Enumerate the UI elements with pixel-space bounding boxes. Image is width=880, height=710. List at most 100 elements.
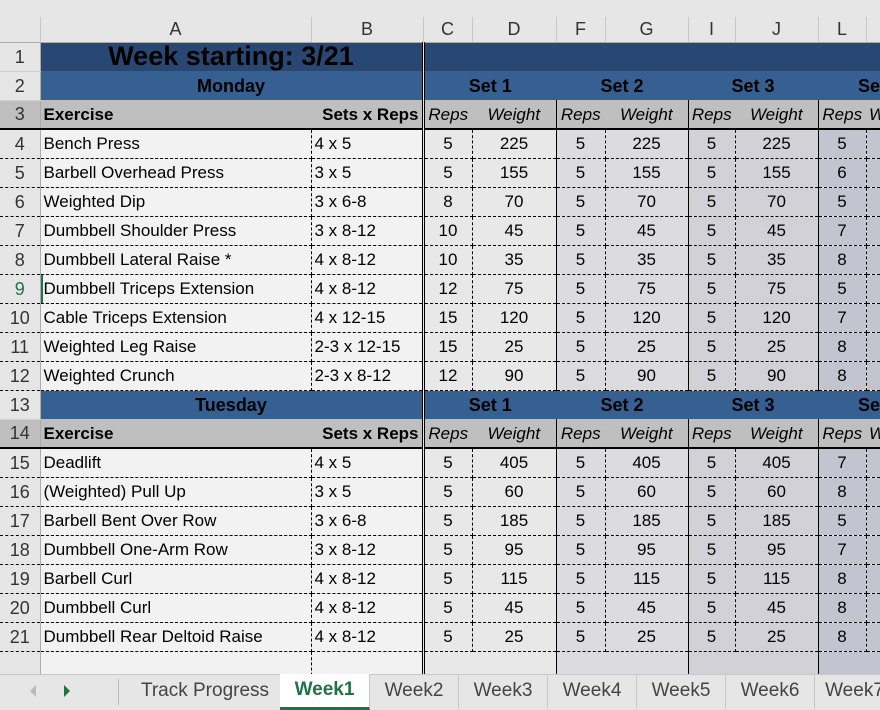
sets-reps-cell[interactable]: 4 x 8-12 [311,564,423,594]
row-header[interactable]: 12 [0,361,41,391]
reps-cell[interactable]: 5 [687,158,736,188]
sets-reps-cell[interactable]: 4 x 8-12 [311,274,423,304]
reps-cell[interactable]: 8 [421,187,473,217]
weight-cell[interactable]: 45 [735,593,818,623]
reps-cell[interactable]: 5 [421,506,473,536]
sets-reps-cell[interactable]: 3 x 6-8 [311,506,423,536]
weight-cell[interactable]: 155 [605,158,688,188]
weight-cell[interactable]: 75 [735,274,818,304]
exercise-cell[interactable]: Dumbbell One-Arm Row [40,535,312,565]
reps-cell[interactable]: 5 [421,158,473,188]
weight-cell[interactable]: 90 [605,361,688,391]
exercise-cell[interactable]: Cable Triceps Extension [40,303,312,333]
exercise-cell[interactable]: Dumbbell Triceps Extension [40,274,312,304]
weight-cell[interactable]: 25 [472,332,556,362]
weight-cell[interactable] [866,245,880,275]
sheet-tab-week7[interactable]: Week7 [815,675,880,709]
reps-cell[interactable]: 5 [555,361,606,391]
row-header[interactable]: 21 [0,622,41,652]
scroll-left-icon[interactable] [30,685,36,697]
column-header-F[interactable]: F [556,17,606,43]
weight-cell[interactable]: 45 [472,216,556,246]
reps-cell[interactable]: 5 [421,564,473,594]
weight-cell[interactable]: 25 [472,622,556,652]
weight-cell[interactable] [866,564,880,594]
row-header[interactable]: 17 [0,506,41,536]
weight-cell[interactable]: 185 [605,506,688,536]
reps-cell[interactable]: 5 [687,129,736,159]
exercise-cell[interactable]: Dumbbell Shoulder Press [40,216,312,246]
exercise-cell[interactable]: Barbell Overhead Press [40,158,312,188]
reps-cell[interactable]: 15 [421,303,473,333]
sheet-tab-track-progress[interactable]: Track Progress [130,675,280,709]
column-header-A[interactable]: A [40,17,312,43]
sets-reps-cell[interactable]: 3 x 8-12 [311,216,423,246]
reps-cell[interactable]: 5 [687,593,736,623]
weight-cell[interactable]: 70 [472,187,556,217]
weight-cell[interactable]: 185 [735,506,818,536]
weight-cell[interactable] [866,129,880,159]
reps-cell[interactable]: 5 [687,332,736,362]
weight-cell[interactable] [866,332,880,362]
row-header[interactable]: 10 [0,303,41,333]
reps-cell[interactable]: 5 [687,361,736,391]
weight-cell[interactable]: 115 [605,564,688,594]
column-header-J[interactable]: J [735,17,819,43]
exercise-cell[interactable]: Barbell Bent Over Row [40,506,312,536]
reps-cell[interactable]: 5 [555,622,606,652]
reps-cell[interactable]: 5 [817,129,867,159]
reps-cell[interactable]: 5 [555,187,606,217]
reps-cell[interactable]: 8 [817,593,867,623]
weight-cell[interactable]: 115 [735,564,818,594]
reps-cell[interactable]: 5 [687,622,736,652]
sets-reps-cell[interactable]: 2-3 x 12-15 [311,332,423,362]
row-header[interactable]: 18 [0,535,41,565]
reps-cell[interactable]: 7 [817,303,867,333]
weight-cell[interactable]: 95 [605,535,688,565]
sets-reps-cell[interactable]: 3 x 6-8 [311,187,423,217]
reps-cell[interactable]: 5 [421,448,473,478]
reps-cell[interactable]: 7 [817,448,867,478]
exercise-cell[interactable]: Dumbbell Curl [40,593,312,623]
exercise-cell[interactable]: Weighted Leg Raise [40,332,312,362]
reps-cell[interactable]: 5 [817,274,867,304]
reps-cell[interactable]: 5 [555,477,606,507]
weight-cell[interactable] [866,593,880,623]
exercise-cell[interactable]: Barbell Curl [40,564,312,594]
column-header-D[interactable]: D [472,17,557,43]
weight-cell[interactable] [866,187,880,217]
reps-cell[interactable]: 5 [817,506,867,536]
weight-cell[interactable]: 70 [605,187,688,217]
weight-cell[interactable]: 155 [735,158,818,188]
weight-cell[interactable]: 60 [605,477,688,507]
column-header-B[interactable]: B [311,17,424,43]
reps-cell[interactable]: 10 [421,245,473,275]
reps-cell[interactable]: 5 [687,448,736,478]
reps-cell[interactable]: 5 [687,274,736,304]
column-header-next[interactable] [866,17,880,43]
reps-cell[interactable]: 5 [555,564,606,594]
reps-cell[interactable]: 8 [817,332,867,362]
row-header[interactable]: 16 [0,477,41,507]
weight-cell[interactable]: 90 [472,361,556,391]
weight-cell[interactable]: 25 [605,622,688,652]
sets-reps-cell[interactable]: 4 x 8-12 [311,245,423,275]
exercise-cell[interactable]: Bench Press [40,129,312,159]
reps-cell[interactable]: 8 [817,564,867,594]
reps-cell[interactable]: 5 [687,564,736,594]
reps-cell[interactable]: 8 [817,622,867,652]
reps-cell[interactable]: 5 [555,129,606,159]
weight-cell[interactable]: 25 [735,622,818,652]
reps-cell[interactable]: 7 [817,535,867,565]
row-header[interactable]: 11 [0,332,41,362]
sets-reps-cell[interactable]: 3 x 8-12 [311,535,423,565]
weight-cell[interactable] [866,448,880,478]
weight-cell[interactable]: 405 [605,448,688,478]
reps-cell[interactable]: 15 [421,332,473,362]
row-header[interactable]: 20 [0,593,41,623]
weight-cell[interactable]: 155 [472,158,556,188]
sheet-tab-week3[interactable]: Week3 [459,675,548,709]
row-header[interactable]: 9 [0,274,41,304]
reps-cell[interactable]: 12 [421,274,473,304]
row-header[interactable]: 6 [0,187,41,217]
